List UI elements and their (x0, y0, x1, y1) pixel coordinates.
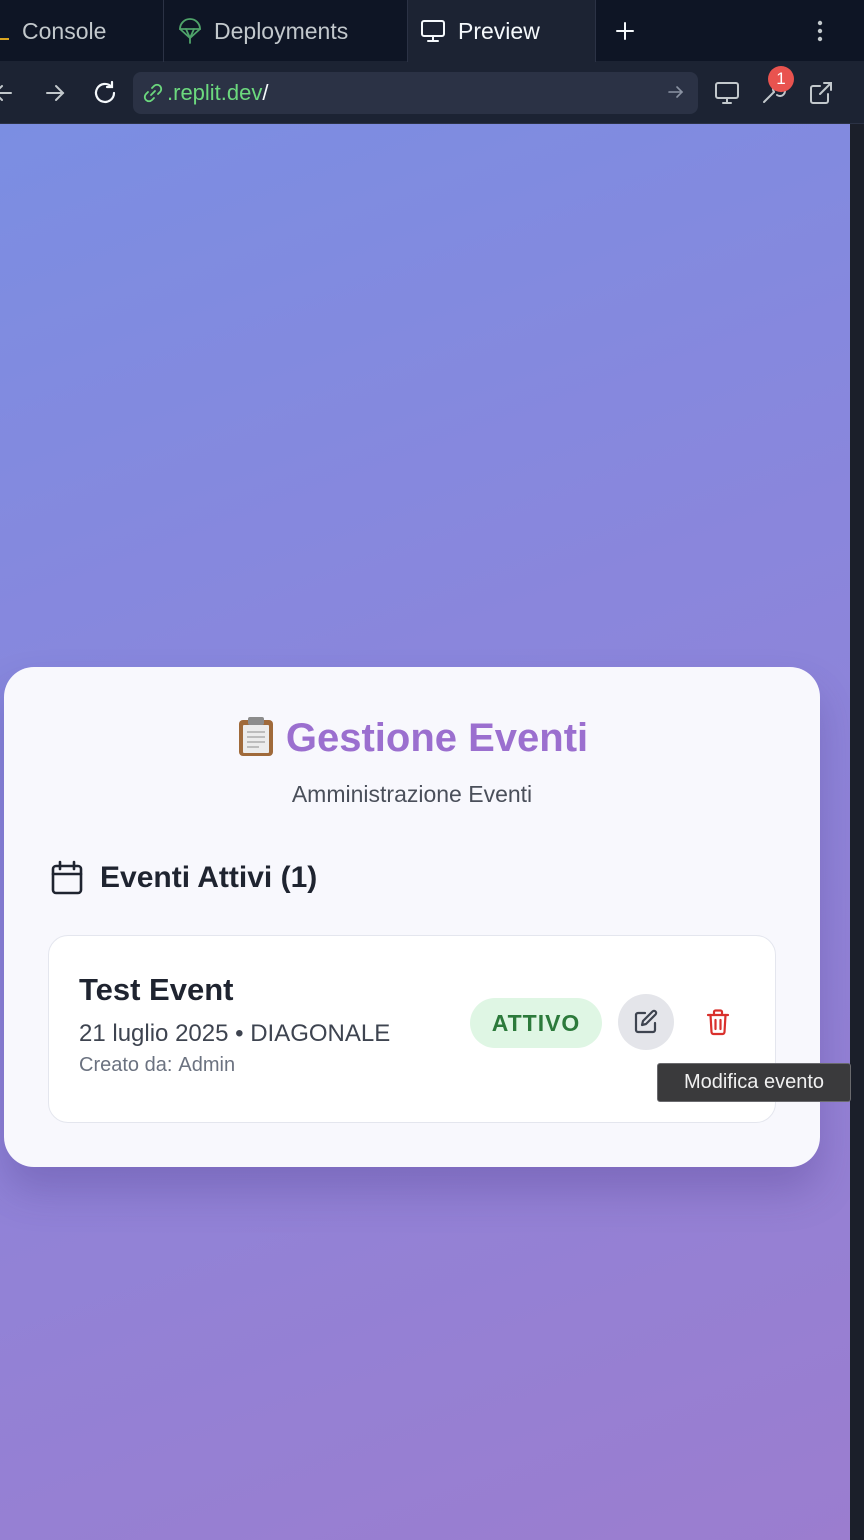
tab-console-label: Console (22, 17, 107, 44)
event-name: Test Event (79, 972, 234, 1007)
console-icon (0, 19, 10, 43)
section-title: Eventi Attivi (1) (100, 861, 318, 894)
calendar-icon (50, 860, 84, 896)
reload-button[interactable] (88, 76, 122, 110)
status-badge: ATTIVO (470, 998, 602, 1048)
event-creator-name: Admin (178, 1054, 236, 1076)
page-subtitle: Amministrazione Eventi (291, 781, 533, 807)
event-creator-label: Creato da: (79, 1054, 173, 1076)
page-title-text: Gestione Eventi (285, 716, 589, 760)
monitor-icon (420, 19, 446, 43)
tooltip: Modifica evento (657, 1063, 851, 1102)
delete-event-button[interactable] (693, 994, 743, 1050)
parachute-icon (178, 18, 202, 44)
kebab-menu-icon (817, 20, 823, 42)
link-icon (143, 83, 163, 103)
device-preview-button[interactable] (710, 76, 744, 110)
open-new-window-button[interactable] (804, 76, 838, 110)
tab-preview-label: Preview (458, 17, 540, 44)
forward-button[interactable] (38, 76, 72, 110)
edit-event-button[interactable] (618, 994, 674, 1050)
preview-viewport: Gestione Eventi Amministrazione Eventi E… (0, 124, 850, 1540)
event-creator: Creato da: Admin (79, 1054, 235, 1077)
section-header: Eventi Attivi (1) (50, 860, 317, 896)
arrow-left-icon (0, 85, 12, 101)
notification-badge: 1 (768, 66, 794, 92)
edit-icon (634, 1009, 658, 1034)
tab-console[interactable]: Console (0, 0, 164, 62)
url-path: / (262, 80, 269, 105)
preview-toolbar: .replit.dev/ 1 (0, 62, 864, 124)
go-icon[interactable] (666, 82, 686, 108)
event-date-location: 21 luglio 2025 • DIAGONALE (79, 1020, 391, 1047)
workspace-tabbar: Console Deployments Preview (0, 0, 864, 62)
url-domain: .replit.dev (167, 80, 263, 105)
new-tab-button[interactable] (608, 14, 642, 48)
desktop-icon (715, 82, 739, 104)
scrollbar-track[interactable] (850, 124, 864, 1540)
tab-deployments-label: Deployments (214, 17, 349, 44)
back-button[interactable] (0, 76, 20, 110)
url-bar[interactable]: .replit.dev / (133, 72, 698, 114)
tab-deployments[interactable]: Deployments (164, 0, 408, 62)
external-link-icon (810, 82, 832, 104)
refresh-icon (94, 80, 116, 103)
clipboard-icon (236, 715, 276, 767)
more-options-button[interactable] (806, 14, 834, 48)
trash-icon (706, 1009, 730, 1036)
arrow-right-icon (46, 85, 65, 101)
page-title: Gestione Eventi (4, 715, 820, 767)
plus-icon (616, 22, 634, 40)
tab-preview[interactable]: Preview (408, 0, 596, 62)
